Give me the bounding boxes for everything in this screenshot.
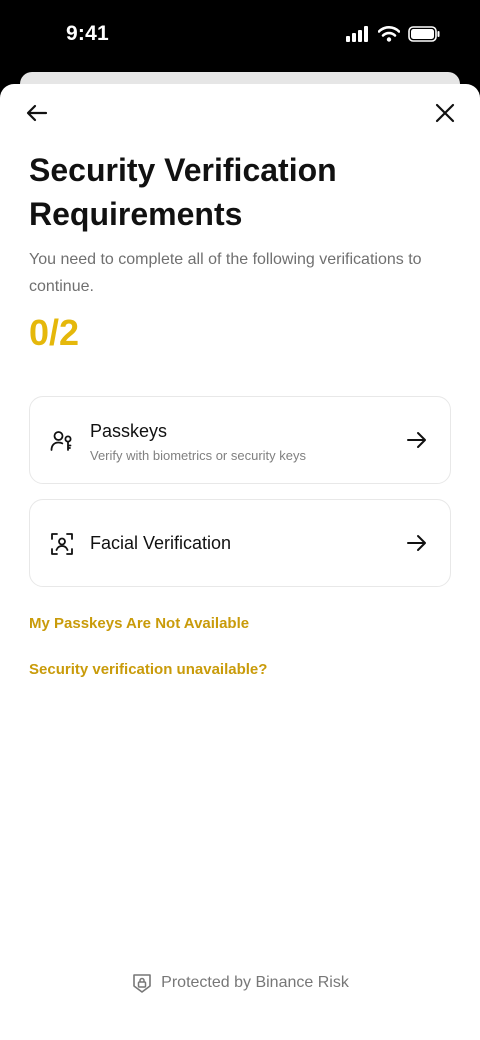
cellular-signal-icon bbox=[346, 26, 368, 42]
arrow-right-icon bbox=[407, 535, 426, 551]
verification-sheet: Security Verification Requirements You n… bbox=[0, 84, 480, 1040]
verification-progress: 0/2 bbox=[29, 312, 80, 353]
facial-verification-title: Facial Verification bbox=[90, 533, 232, 553]
wifi-icon bbox=[378, 26, 400, 42]
battery-icon bbox=[408, 26, 440, 42]
status-bar: 9:41 bbox=[0, 0, 480, 72]
page-subtitle: You need to complete all of the followin… bbox=[29, 251, 422, 295]
verification-unavailable-link[interactable]: Security verification unavailable? bbox=[29, 661, 267, 678]
close-icon[interactable] bbox=[432, 100, 458, 126]
footer-text: Protected by Binance Risk bbox=[161, 974, 349, 991]
page-title: Security Verification Requirements bbox=[29, 152, 337, 232]
arrow-right-icon bbox=[407, 432, 426, 448]
facial-verification-option[interactable]: Facial Verification bbox=[29, 499, 451, 587]
shield-lock-icon bbox=[133, 974, 151, 993]
face-scan-icon bbox=[51, 533, 73, 555]
back-arrow-icon[interactable] bbox=[24, 100, 50, 126]
user-key-icon bbox=[50, 431, 72, 451]
passkeys-unavailable-link[interactable]: My Passkeys Are Not Available bbox=[29, 615, 249, 632]
status-time: 9:41 bbox=[66, 22, 109, 45]
passkeys-title: Passkeys bbox=[90, 421, 168, 441]
footer: Protected by Binance Risk bbox=[0, 972, 480, 994]
passkeys-subtitle: Verify with biometrics or security keys bbox=[90, 448, 307, 463]
passkeys-option[interactable]: Passkeys Verify with biometrics or secur… bbox=[29, 396, 451, 484]
status-icons bbox=[346, 26, 440, 42]
